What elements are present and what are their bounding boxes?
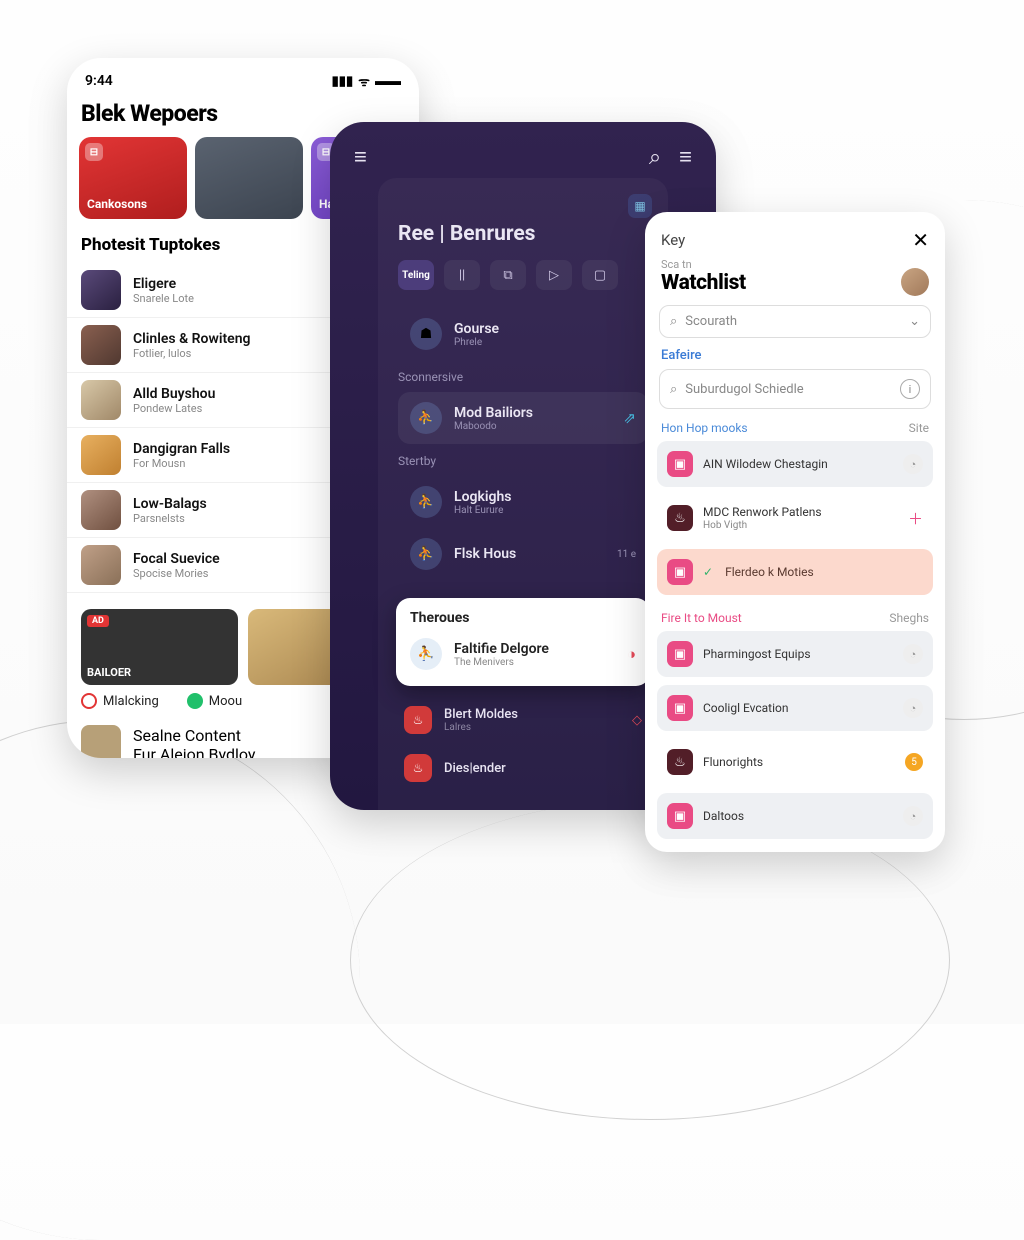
watchlist-item[interactable]: ▣ AIN Wilodew Chestagin ◔ [657, 441, 933, 487]
featured-card[interactable] [195, 137, 303, 219]
list-item[interactable]: ⛹ Mod BailiorsMaboodo ⇗ [398, 392, 648, 444]
person-icon: ⛹ [410, 402, 442, 434]
section-label: Sconnersive [398, 370, 648, 384]
person-icon: ⛹ [410, 638, 442, 670]
highlight-card: Theroues ⛹ Faltifie DelgoreThe Menivers … [396, 598, 650, 686]
watchlist-item[interactable]: ♨ MDC Renwork PatlensHob Vigth ＋ [657, 495, 933, 541]
check-icon: ✓ [703, 565, 713, 579]
promo-card[interactable]: ADBAILOER [81, 609, 238, 685]
info-icon[interactable]: i [900, 379, 920, 399]
clock-icon: ◔ [903, 806, 923, 826]
search-icon: ⌕ [670, 314, 677, 329]
watchlist-item[interactable]: ▣ Cooligl Evcation ◔ [657, 685, 933, 731]
list-item[interactable]: ⛹ Faltifie DelgoreThe Menivers ◑ [410, 634, 636, 674]
tab[interactable]: ▢ [582, 260, 618, 290]
watchlist-item-selected[interactable]: ▣ ✓ Flerdeo k Moties [657, 549, 933, 595]
signal-icon: ▮▮▮ [332, 74, 353, 89]
wifi-icon: ᯤ [358, 72, 370, 90]
count-badge: 5 [905, 753, 923, 771]
tab[interactable]: ⧉ [490, 260, 526, 290]
card-badge-icon: ⊟ [85, 143, 103, 161]
clock-icon: ◔ [903, 644, 923, 664]
status-indicators: ▮▮▮ ᯤ ▬▬ [332, 72, 401, 90]
app-icon: ♨ [667, 505, 693, 531]
person-icon: ⛹ [410, 486, 442, 518]
app-icon: ♨ [404, 706, 432, 734]
status-time: 9:44 [85, 73, 113, 89]
chat-icon: ▣ [667, 559, 693, 585]
phone-right: Key ✕ Sca tn Watchlist ⌕ Scourath ⌄ Eafe… [645, 212, 945, 852]
chevron-down-icon[interactable]: ⌄ [909, 314, 920, 329]
person-icon: ☗ [410, 318, 442, 350]
header-key: Key [661, 231, 685, 249]
app-icon: ♨ [404, 754, 432, 782]
tab[interactable]: || [444, 260, 480, 290]
tab-row: Teling || ⧉ ▷ ▢ [398, 260, 648, 290]
search-icon: ⌕ [670, 382, 677, 397]
list-item[interactable]: ♨ Blert MoldesLalres ◇ [398, 696, 648, 744]
search-icon[interactable]: ⌕ [649, 145, 661, 170]
search-input[interactable]: ⌕ Scourath ⌄ [659, 305, 931, 338]
watchlist-item[interactable]: ▣ Daltoos ◔ [657, 793, 933, 839]
clock-icon: ◔ [903, 454, 923, 474]
add-icon[interactable]: ＋ [908, 508, 923, 529]
app-icon: ♨ [667, 749, 693, 775]
remove-icon[interactable]: ◇ [632, 713, 642, 728]
center-panel: ▦ Ree | Benrures Teling || ⧉ ▷ ▢ ☗ Gours… [378, 178, 668, 810]
play-icon [187, 693, 203, 709]
tab[interactable]: Teling [398, 260, 434, 290]
page-title: Watchlist [645, 271, 945, 305]
list-item[interactable]: ⛹ Flsk Hous 11 e [398, 528, 648, 580]
record-icon [81, 693, 97, 709]
share-icon[interactable]: ⇗ [623, 409, 636, 427]
menu-icon[interactable]: ≡ [354, 144, 367, 170]
status-bar: 9:44 ▮▮▮ ᯤ ▬▬ [67, 58, 419, 94]
group-action[interactable]: Sheghs [889, 611, 929, 625]
action-icon[interactable]: ◑ [627, 645, 636, 663]
card-heading: Theroues [410, 610, 636, 626]
list-item[interactable]: ♨ Dies|ender [398, 744, 648, 792]
header-sub: Sca tn [645, 258, 945, 271]
group-action[interactable]: Site [909, 421, 929, 435]
group-title: Fire It to Moust [661, 611, 742, 625]
status-chip[interactable]: Mlalcking [67, 685, 173, 717]
list-item[interactable]: ⛹ LogkighsHalt Eurure [398, 476, 648, 528]
chat-icon: ▣ [667, 451, 693, 477]
chat-icon: ▣ [667, 695, 693, 721]
avatar[interactable] [901, 268, 929, 296]
calendar-icon[interactable]: ▦ [628, 194, 652, 218]
filter-link[interactable]: Eafeire [645, 338, 945, 369]
status-chip[interactable]: Moou [173, 685, 256, 717]
more-icon[interactable]: ≡ [679, 144, 692, 170]
timestamp: 11 e [617, 549, 636, 560]
close-icon[interactable]: ✕ [912, 228, 929, 252]
schedule-input[interactable]: ⌕ Suburdugol Schiedle i [659, 369, 931, 409]
section-label: Stertby [398, 454, 648, 468]
watchlist-item[interactable]: ♨ Flunorights 5 [657, 739, 933, 785]
watchlist-item[interactable]: ▣ Pharmingost Equips ◔ [657, 631, 933, 677]
chat-icon: ▣ [667, 641, 693, 667]
chat-icon: ▣ [667, 803, 693, 829]
panel-title: Ree | Benrures [398, 222, 648, 246]
featured-card[interactable]: ⊟ Cankosons [79, 137, 187, 219]
list-item[interactable]: ☗ GoursePhrele [398, 308, 648, 360]
clock-icon: ◔ [903, 698, 923, 718]
tab[interactable]: ▷ [536, 260, 572, 290]
person-icon: ⛹ [410, 538, 442, 570]
featured-label: Cankosons [87, 197, 147, 211]
group-title: Hon Hop mooks [661, 421, 748, 435]
battery-icon: ▬▬ [375, 73, 401, 89]
ad-badge: AD [87, 615, 109, 627]
